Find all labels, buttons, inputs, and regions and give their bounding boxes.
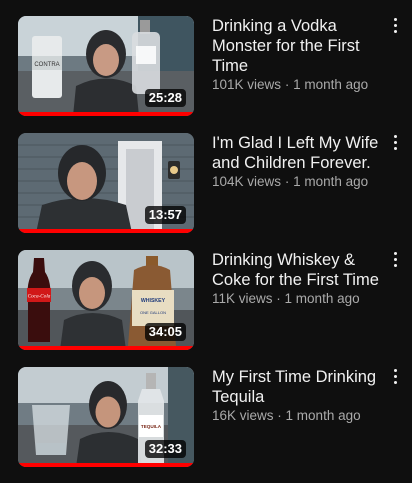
video-meta: 16K views · 1 month ago (212, 407, 382, 425)
video-title[interactable]: Drinking Whiskey & Coke for the First Ti… (212, 250, 382, 290)
meta-separator: · (277, 408, 286, 423)
video-meta: 11K views · 1 month ago (212, 290, 382, 308)
video-thumbnail[interactable]: Coca-Cola WHISKEY ONE GALLON 34:05 (18, 250, 194, 350)
more-vert-icon[interactable] (388, 133, 402, 155)
video-title[interactable]: Drinking a Vodka Monster for the First T… (212, 16, 382, 76)
video-item[interactable]: TEQUILA 32:33 My First Time Drinking Teq… (0, 367, 412, 483)
more-vert-icon[interactable] (388, 250, 402, 272)
view-count: 101K views (212, 77, 282, 92)
video-thumbnail[interactable]: 13:57 (18, 133, 194, 233)
video-list: CONTRA 25:28 Drinking a Vodka Monster fo… (0, 0, 412, 480)
can-brand-text: CONTRA (34, 62, 59, 68)
video-item[interactable]: CONTRA 25:28 Drinking a Vodka Monster fo… (0, 16, 412, 132)
tequila-label-text: TEQUILA (141, 424, 162, 429)
video-title[interactable]: My First Time Drinking Tequila (212, 367, 382, 407)
upload-age: 1 month ago (285, 408, 361, 423)
upload-age: 1 month ago (293, 174, 369, 189)
video-meta: 104K views · 1 month ago (212, 173, 382, 191)
video-thumbnail[interactable]: TEQUILA 32:33 (18, 367, 194, 467)
video-info[interactable]: Drinking Whiskey & Coke for the First Ti… (212, 250, 382, 308)
video-info[interactable]: Drinking a Vodka Monster for the First T… (212, 16, 382, 94)
video-meta: 101K views · 1 month ago (212, 76, 382, 94)
duration-badge: 13:57 (144, 206, 186, 224)
jug-label-text: WHISKEY (141, 298, 166, 304)
watch-progress-bar (18, 229, 194, 233)
view-count: 11K views (212, 291, 273, 306)
watch-progress-bar (18, 463, 194, 467)
watch-progress-bar (18, 346, 194, 350)
meta-separator: · (284, 174, 294, 189)
more-vert-icon[interactable] (388, 367, 402, 389)
duration-badge: 25:28 (144, 89, 186, 107)
video-item[interactable]: Coca-Cola WHISKEY ONE GALLON 34:05 Drink… (0, 250, 412, 366)
duration-badge: 34:05 (144, 323, 186, 341)
more-vert-icon[interactable] (388, 16, 402, 38)
view-count: 104K views (212, 174, 282, 189)
video-thumbnail[interactable]: CONTRA 25:28 (18, 16, 194, 116)
video-title[interactable]: I'm Glad I Left My Wife and Children For… (212, 133, 382, 173)
meta-separator: · (276, 291, 285, 306)
upload-age: 1 month ago (284, 291, 360, 306)
video-info[interactable]: I'm Glad I Left My Wife and Children For… (212, 133, 382, 191)
view-count: 16K views (212, 408, 274, 423)
video-item[interactable]: 13:57 I'm Glad I Left My Wife and Childr… (0, 133, 412, 249)
upload-age: 1 month ago (293, 77, 369, 92)
video-info[interactable]: My First Time Drinking Tequila 16K views… (212, 367, 382, 425)
meta-separator: · (284, 77, 294, 92)
duration-badge: 32:33 (144, 440, 186, 458)
jug-label-sub-text: ONE GALLON (140, 310, 166, 315)
watch-progress-bar (18, 112, 194, 116)
cola-brand-text: Coca-Cola (28, 294, 51, 300)
